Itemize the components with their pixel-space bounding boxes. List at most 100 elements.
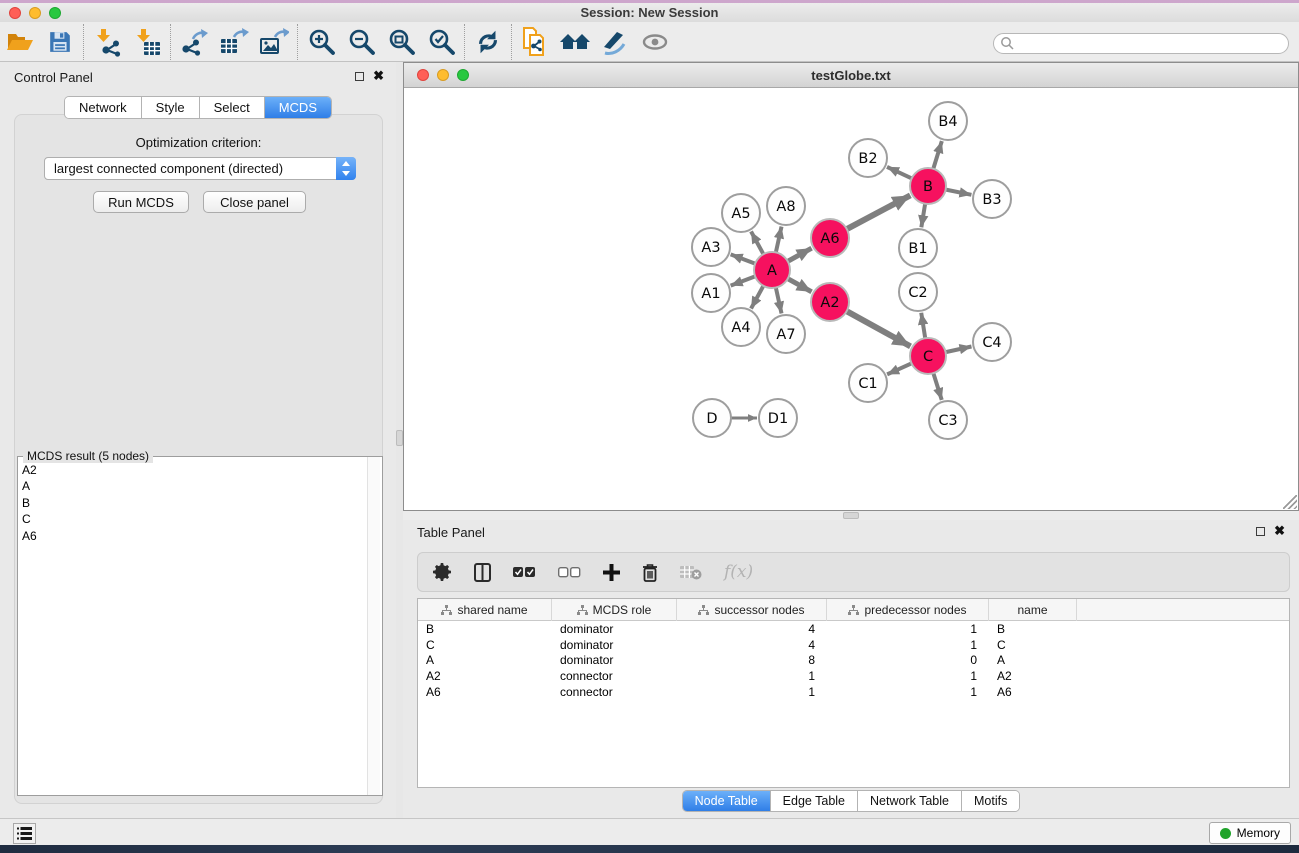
edge-C-C2[interactable] [921, 313, 925, 339]
graph-node-A8[interactable]: A8 [767, 187, 805, 225]
column-header-successor-nodes[interactable]: successor nodes [677, 599, 827, 621]
graph-node-B1[interactable]: B1 [899, 229, 937, 267]
close-window-icon[interactable] [9, 7, 21, 19]
tab-node-table[interactable]: Node Table [683, 791, 771, 811]
close-panel-button[interactable]: Close panel [203, 191, 306, 213]
open-file-button[interactable] [0, 25, 40, 59]
table-cell[interactable]: dominator [552, 638, 677, 652]
graph-node-B[interactable]: B [910, 168, 946, 204]
network-graph[interactable]: B4B2BB3A5A8A6A3B1AA1C2A2A4A7C4CC1C3DD1 [404, 88, 1298, 510]
table-cell[interactable]: 0 [827, 653, 989, 667]
save-session-button[interactable] [40, 25, 80, 59]
delete-column-button[interactable] [642, 563, 658, 582]
delete-table-button[interactable] [680, 564, 702, 580]
table-row[interactable]: A6connector11A6 [418, 684, 1289, 700]
edge-B-B1[interactable] [921, 203, 925, 227]
edge-B-B3[interactable] [945, 189, 972, 194]
task-history-button[interactable] [13, 823, 36, 844]
graph-node-C2[interactable]: C2 [899, 273, 937, 311]
export-table-button[interactable] [214, 25, 254, 59]
table-row[interactable]: Adominator80A [418, 653, 1289, 669]
table-cell[interactable]: B [418, 622, 552, 636]
table-cell[interactable]: C [418, 638, 552, 652]
tab-mcds[interactable]: MCDS [265, 97, 331, 118]
add-column-button[interactable] [603, 564, 620, 581]
graph-node-A5[interactable]: A5 [722, 194, 760, 232]
horizontal-split-divider[interactable] [403, 511, 1299, 520]
edge-A2-C[interactable] [846, 311, 911, 347]
zoom-selected-button[interactable] [421, 25, 461, 59]
vertical-split-divider[interactable] [396, 62, 403, 818]
table-cell[interactable]: dominator [552, 653, 677, 667]
graph-node-D1[interactable]: D1 [759, 399, 797, 437]
graph-node-C3[interactable]: C3 [929, 401, 967, 439]
table-cell[interactable]: 1 [677, 685, 827, 699]
graph-node-A7[interactable]: A7 [767, 315, 805, 353]
table-cell[interactable]: 4 [677, 638, 827, 652]
graph-node-A4[interactable]: A4 [722, 308, 760, 346]
maximize-network-icon[interactable] [457, 69, 469, 81]
result-list-item[interactable]: A6 [22, 528, 367, 544]
edge-A-A1[interactable] [731, 276, 756, 286]
resize-grip-icon[interactable] [1283, 495, 1297, 509]
table-row[interactable]: Cdominator41C [418, 637, 1289, 653]
graph-node-C1[interactable]: C1 [849, 364, 887, 402]
graph-node-C4[interactable]: C4 [973, 323, 1011, 361]
table-cell[interactable]: B [989, 622, 1077, 636]
hide-annotations-button[interactable] [595, 25, 635, 59]
close-panel-icon[interactable]: ✖ [373, 71, 384, 81]
deselect-all-button[interactable] [558, 566, 581, 578]
table-cell[interactable]: A6 [989, 685, 1077, 699]
column-header-shared-name[interactable]: shared name [418, 599, 552, 621]
tab-network[interactable]: Network [65, 97, 142, 118]
table-cell[interactable]: A [989, 653, 1077, 667]
search-box[interactable] [993, 33, 1289, 54]
tab-network-table[interactable]: Network Table [858, 791, 962, 811]
graph-node-B3[interactable]: B3 [973, 180, 1011, 218]
import-network-button[interactable] [87, 25, 127, 59]
graph-node-A3[interactable]: A3 [692, 228, 730, 266]
float-panel-icon[interactable] [355, 72, 364, 81]
home-view-button[interactable] [555, 25, 595, 59]
table-cell[interactable]: dominator [552, 622, 677, 636]
edge-A-A7[interactable] [776, 287, 782, 314]
divider-grab-handle[interactable] [843, 512, 859, 519]
edge-B-B2[interactable] [887, 167, 913, 179]
zoom-in-button[interactable] [301, 25, 341, 59]
table-cell[interactable]: 4 [677, 622, 827, 636]
export-network-button[interactable] [174, 25, 214, 59]
tab-select[interactable]: Select [200, 97, 265, 118]
graph-node-B2[interactable]: B2 [849, 139, 887, 177]
table-cell[interactable]: A [418, 653, 552, 667]
network-window-titlebar[interactable]: testGlobe.txt [404, 63, 1298, 88]
table-cell[interactable]: 1 [827, 638, 989, 652]
graph-node-A1[interactable]: A1 [692, 274, 730, 312]
edge-A-A4[interactable] [751, 285, 764, 309]
table-cell[interactable]: A6 [418, 685, 552, 699]
tab-style[interactable]: Style [142, 97, 200, 118]
maximize-window-icon[interactable] [49, 7, 61, 19]
search-input[interactable] [1015, 35, 1288, 52]
result-list-item[interactable]: A2 [22, 462, 367, 478]
table-cell[interactable]: C [989, 638, 1077, 652]
edge-A-A3[interactable] [731, 254, 756, 264]
result-list-item[interactable]: A [22, 478, 367, 494]
result-list-item[interactable]: B [22, 495, 367, 511]
table-cell[interactable]: 1 [827, 622, 989, 636]
network-canvas[interactable]: B4B2BB3A5A8A6A3B1AA1C2A2A4A7C4CC1C3DD1 [404, 88, 1298, 510]
edge-A-A5[interactable] [751, 231, 764, 255]
table-cell[interactable]: A2 [418, 669, 552, 683]
divider-grab-handle[interactable] [396, 430, 403, 446]
column-header-predecessor-nodes[interactable]: predecessor nodes [827, 599, 989, 621]
edge-C-C3[interactable] [933, 372, 942, 400]
edge-A-A8[interactable] [776, 227, 782, 254]
criterion-dropdown[interactable]: largest connected component (directed) [44, 157, 356, 180]
function-builder-button[interactable]: f(x) [724, 562, 753, 582]
edge-C-C4[interactable] [945, 346, 972, 352]
edge-B-B4[interactable] [933, 141, 942, 170]
edge-A-A6[interactable] [787, 248, 812, 262]
table-cell[interactable]: connector [552, 669, 677, 683]
table-row[interactable]: A2connector11A2 [418, 668, 1289, 684]
close-panel-icon[interactable]: ✖ [1274, 526, 1285, 536]
column-header-MCDS-role[interactable]: MCDS role [552, 599, 677, 621]
